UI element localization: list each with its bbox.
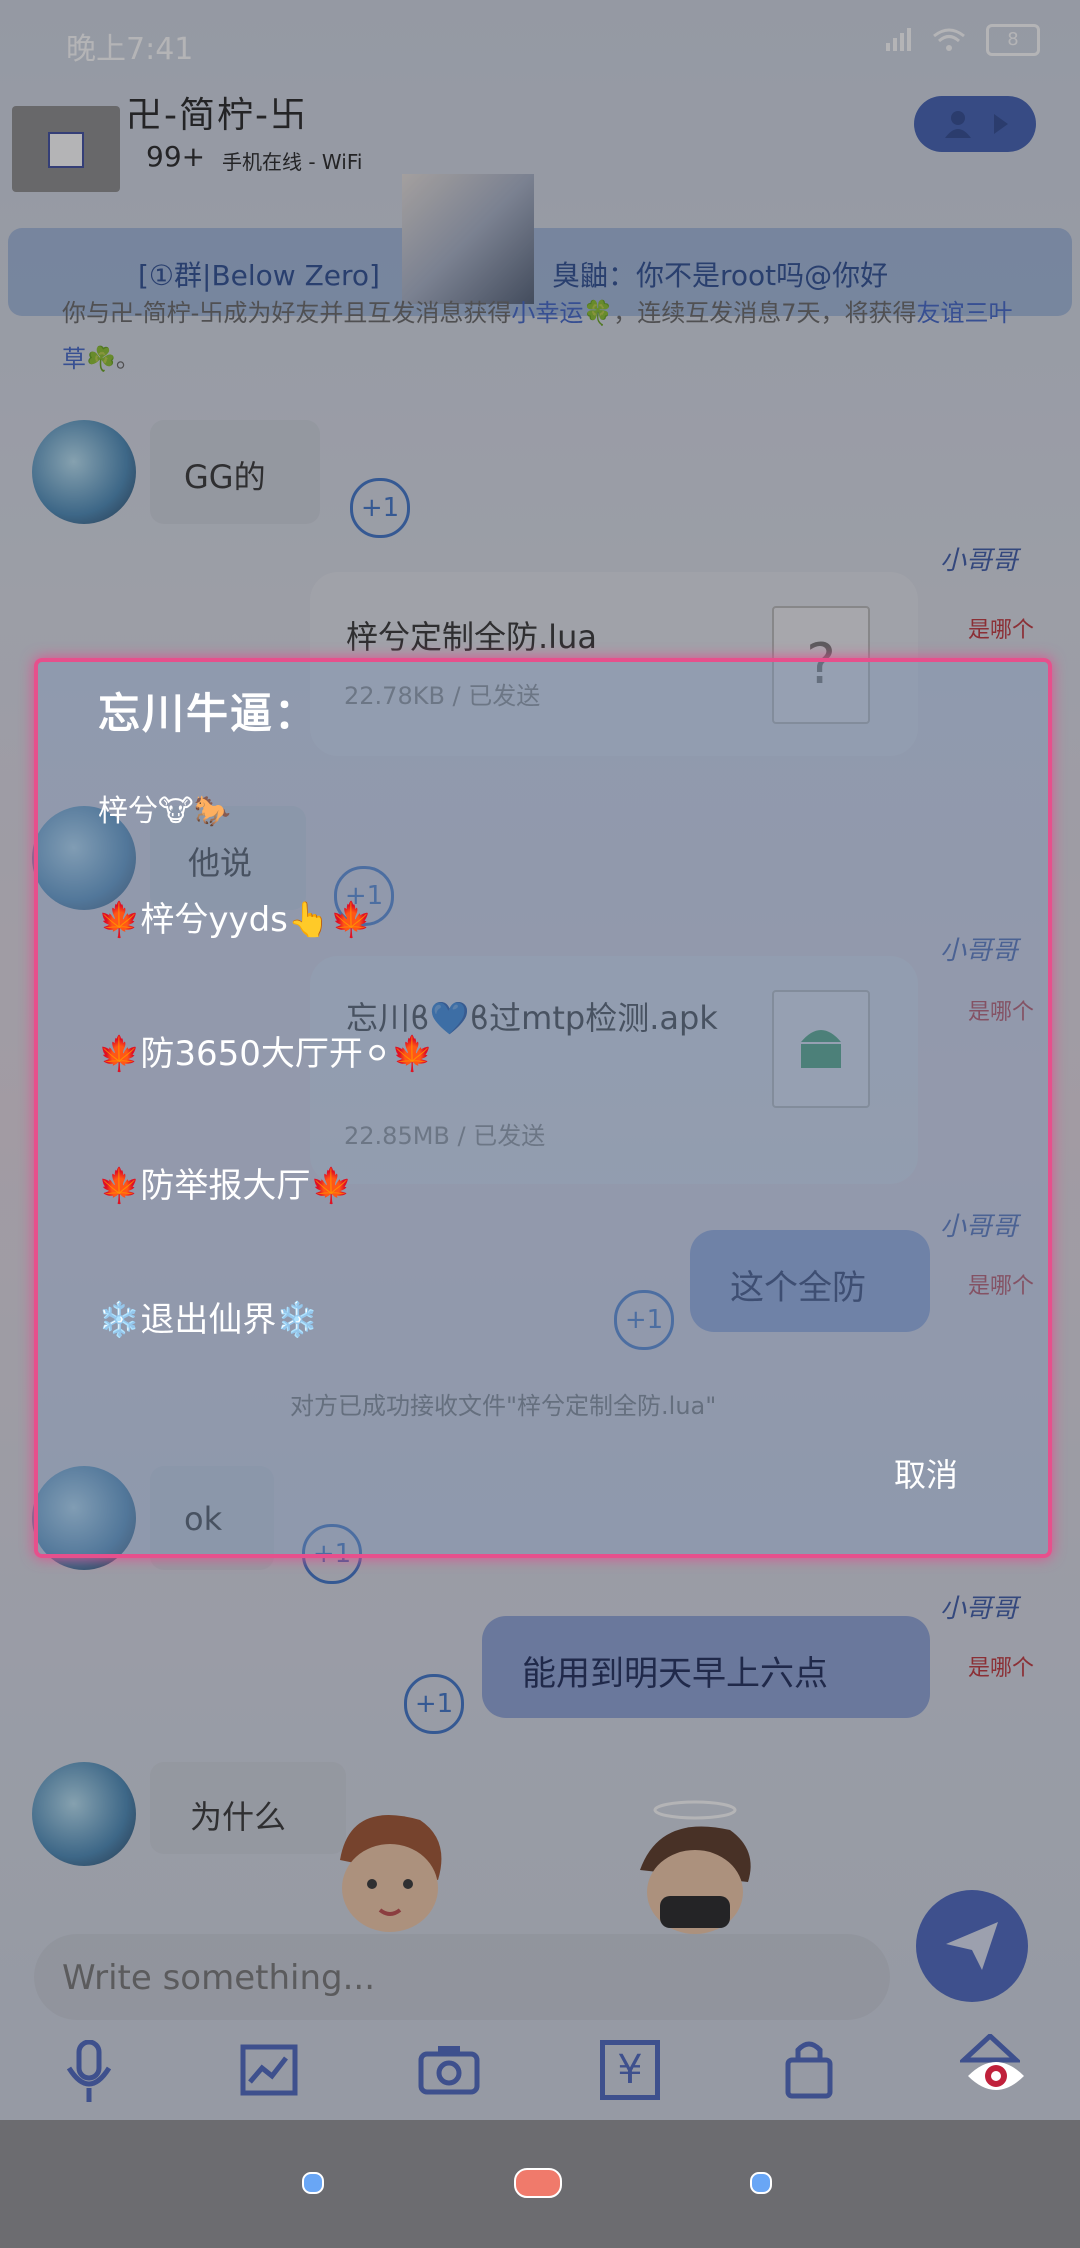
dialog-item-yyds[interactable]: 🍁梓兮yyds👆🍁 <box>98 892 373 941</box>
dialog-title: 忘川牛逼： <box>98 689 319 738</box>
dialog-item-anti-report[interactable]: 🍁防举报大厅🍁 <box>98 1158 353 1207</box>
dialog-item-anti-3650[interactable]: 🍁防3650大厅开⚪🍁 <box>98 1026 434 1075</box>
navigation-bar <box>0 2120 1080 2248</box>
nav-recents-button[interactable] <box>750 2172 772 2194</box>
cancel-button[interactable]: 取消 <box>894 1450 958 1496</box>
nav-home-button[interactable] <box>514 2168 562 2198</box>
eye-icon[interactable] <box>966 2054 1026 2098</box>
dialog-item-exit[interactable]: ❄️退出仙界❄️ <box>98 1292 319 1341</box>
dialog-item-subtitle[interactable]: 梓兮🐮🐎 <box>98 786 231 830</box>
nav-back-button[interactable] <box>302 2172 324 2194</box>
